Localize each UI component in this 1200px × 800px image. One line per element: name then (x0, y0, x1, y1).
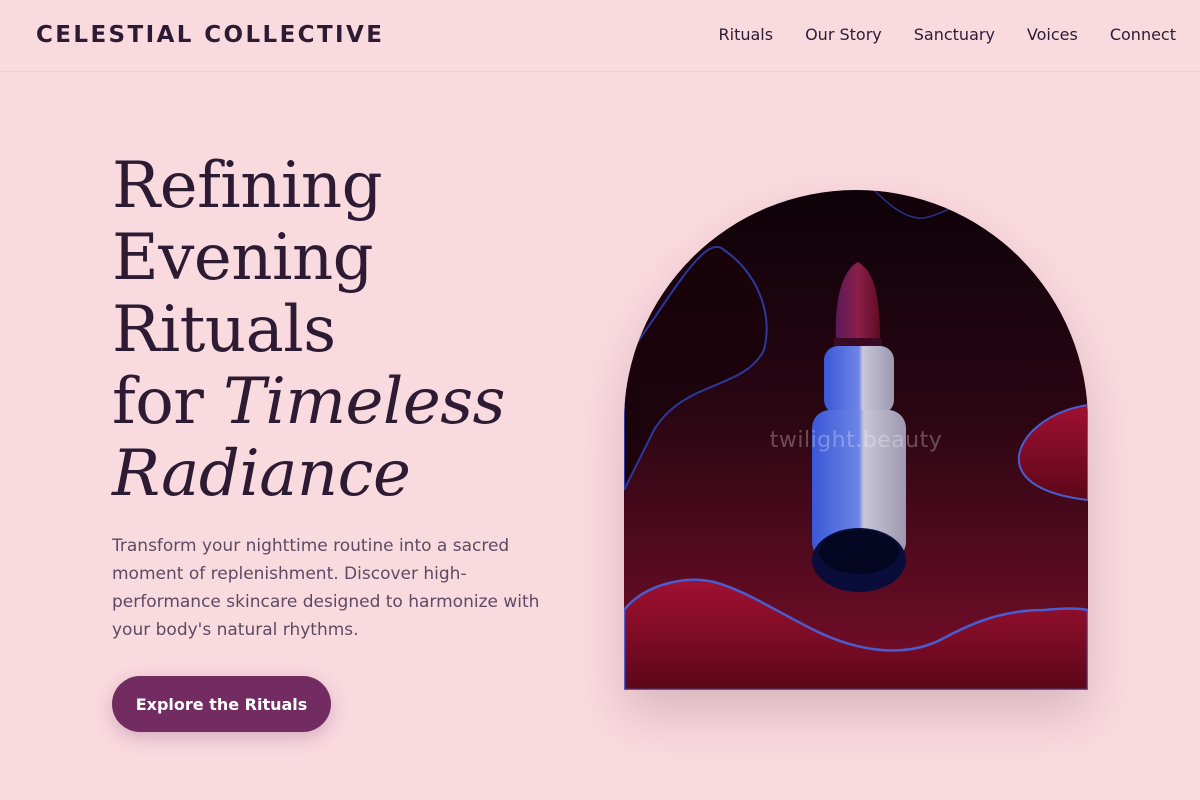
headline-line-5: Radiance (112, 438, 505, 510)
nav-item-rituals[interactable]: Rituals (719, 25, 774, 44)
hero-headline: Refining Evening Rituals for Timeless Ra… (112, 150, 505, 510)
nav-item-connect[interactable]: Connect (1110, 25, 1176, 44)
headline-line-4: for Timeless (112, 366, 505, 438)
site-header: CELESTIAL COLLECTIVE Rituals Our Story S… (0, 0, 1200, 72)
image-watermark: twilight.beauty (769, 428, 943, 453)
headline-for: for (112, 365, 224, 439)
explore-rituals-button[interactable]: Explore the Rituals (112, 676, 331, 732)
hero-description: Transform your nighttime routine into a … (112, 536, 540, 640)
brand-logo[interactable]: CELESTIAL COLLECTIVE (36, 22, 384, 48)
headline-timeless: Timeless (223, 365, 505, 439)
hero-image: twilight.beauty (624, 190, 1088, 690)
headline-line-2: Evening (112, 221, 374, 295)
headline-line-1: Refining (112, 149, 383, 223)
nav-item-voices[interactable]: Voices (1027, 25, 1078, 44)
main-nav: Rituals Our Story Sanctuary Voices Conne… (719, 25, 1176, 44)
nav-item-our-story[interactable]: Our Story (805, 25, 882, 44)
headline-line-3: Rituals (112, 293, 336, 367)
headline-radiance: Radiance (112, 437, 411, 511)
nav-item-sanctuary[interactable]: Sanctuary (914, 25, 995, 44)
